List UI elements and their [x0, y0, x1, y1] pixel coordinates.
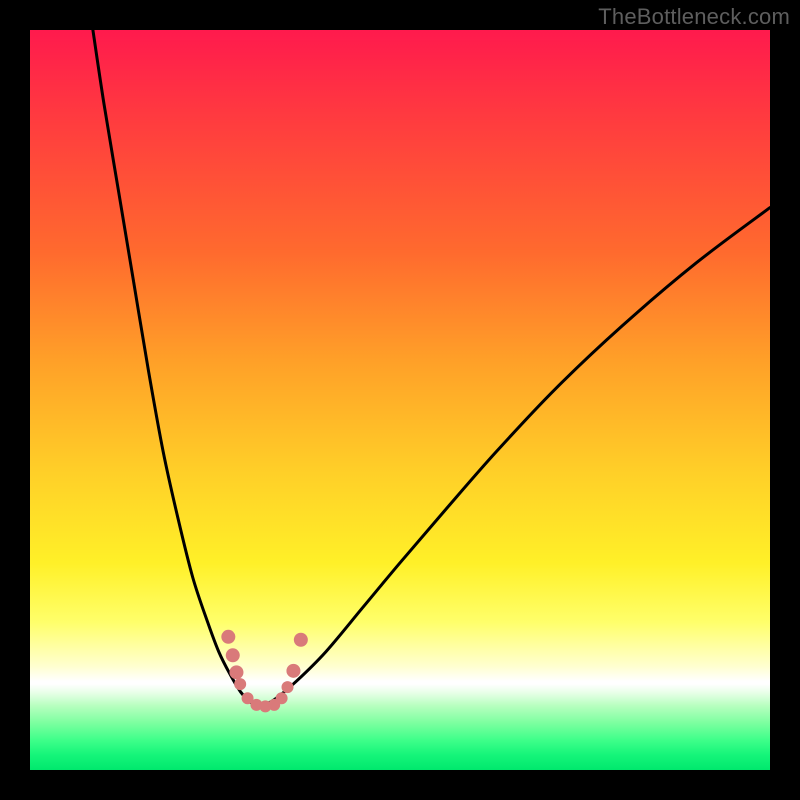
marker-dot: [294, 633, 308, 647]
watermark-text: TheBottleneck.com: [598, 4, 790, 30]
marker-dot: [226, 648, 240, 662]
curve-right-branch: [259, 208, 770, 707]
bottleneck-curve: [93, 30, 770, 707]
marker-dot: [286, 664, 300, 678]
curve-left-branch: [93, 30, 260, 707]
chart-frame: TheBottleneck.com: [0, 0, 800, 800]
marker-dots: [221, 630, 308, 713]
marker-dot: [234, 678, 246, 690]
marker-dot: [221, 630, 235, 644]
plot-area: [30, 30, 770, 770]
chart-svg: [30, 30, 770, 770]
marker-dot: [282, 681, 294, 693]
marker-dot: [276, 692, 288, 704]
marker-dot: [229, 665, 243, 679]
